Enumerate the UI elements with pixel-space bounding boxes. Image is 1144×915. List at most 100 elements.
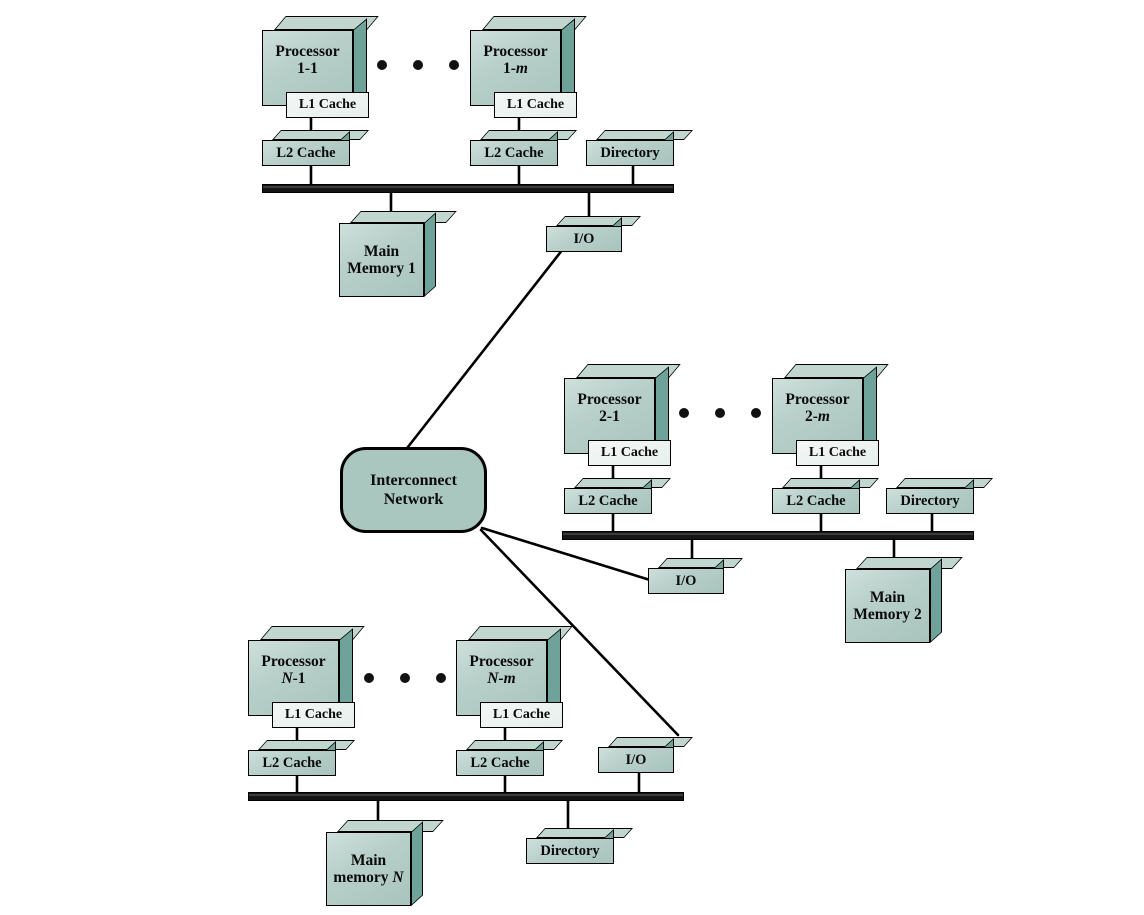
dot bbox=[751, 408, 761, 418]
directory-label: Directory bbox=[600, 144, 660, 161]
processor-label-line1: Processor bbox=[483, 42, 548, 60]
directory-box[interactable]: Directory bbox=[886, 478, 994, 514]
l1-cache-box[interactable]: L1 Cache bbox=[272, 702, 355, 728]
box-side-face bbox=[411, 821, 423, 906]
processor-label-line2: 2- bbox=[805, 408, 818, 425]
box-top-face bbox=[350, 211, 457, 223]
l1-cache-box[interactable]: L1 Cache bbox=[796, 440, 879, 466]
processor-label-line1: Processor bbox=[577, 390, 642, 408]
main-memory-label-line1: Main bbox=[350, 851, 387, 869]
box-front-face: Main memory N bbox=[326, 832, 411, 906]
interconnect-network[interactable]: Interconnect Network bbox=[340, 447, 487, 533]
interconnect-network-label-line2: Network bbox=[383, 491, 444, 508]
processor-label-line2: 2-1 bbox=[599, 408, 620, 425]
main-memory-box[interactable]: Main memory N bbox=[326, 820, 444, 906]
dot bbox=[679, 408, 689, 418]
main-memory-label-line1: Main bbox=[869, 588, 906, 606]
ellipsis-dots bbox=[364, 673, 446, 683]
box-front-face: Directory bbox=[886, 488, 974, 514]
processor-box[interactable]: Processor 2-m L1 Cache bbox=[772, 364, 889, 466]
box-front-face: L2 Cache bbox=[470, 140, 558, 166]
box-top-face bbox=[608, 737, 694, 747]
main-memory-label-line2-em: N bbox=[392, 869, 404, 886]
l2-cache-box[interactable]: L2 Cache bbox=[248, 740, 356, 776]
l2-cache-box[interactable]: L2 Cache bbox=[772, 478, 880, 514]
box-front-face: I/O bbox=[598, 747, 674, 773]
box-top-face bbox=[596, 130, 694, 140]
box-front-face: I/O bbox=[546, 226, 622, 252]
io-box[interactable]: I/O bbox=[648, 558, 744, 594]
l2-cache-label: L2 Cache bbox=[262, 754, 322, 771]
box-front-face: L2 Cache bbox=[564, 488, 652, 514]
box-top-face bbox=[782, 478, 880, 488]
processor-label-line2-em: m bbox=[515, 60, 528, 77]
processor-box[interactable]: Processor N-m L1 Cache bbox=[456, 626, 573, 728]
box-front-face: Directory bbox=[586, 140, 674, 166]
dot bbox=[413, 60, 423, 70]
processor-box[interactable]: Processor 2-1 L1 Cache bbox=[564, 364, 681, 466]
processor-label-line2-em: m bbox=[817, 408, 830, 425]
box-top-face bbox=[856, 557, 963, 569]
processor-label: Processor N-m bbox=[466, 653, 536, 688]
processor-label-line2: 1-1 bbox=[297, 60, 318, 77]
l1-cache-box[interactable]: L1 Cache bbox=[494, 92, 577, 118]
l2-cache-label: L2 Cache bbox=[470, 754, 530, 771]
interconnect-network-label-line1: Interconnect bbox=[370, 471, 457, 489]
main-memory-label-line1: Main bbox=[363, 242, 400, 260]
main-memory-label: Main Memory 2 bbox=[850, 589, 924, 624]
io-label: I/O bbox=[675, 572, 697, 589]
box-top-face bbox=[574, 478, 672, 488]
dot bbox=[377, 60, 387, 70]
l2-cache-box[interactable]: L2 Cache bbox=[564, 478, 672, 514]
box-front-face: Directory bbox=[526, 838, 614, 864]
io-box[interactable]: I/O bbox=[598, 737, 694, 773]
directory-box[interactable]: Directory bbox=[526, 828, 634, 864]
directory-label: Directory bbox=[540, 842, 600, 859]
directory-label: Directory bbox=[900, 492, 960, 509]
main-memory-label: Main Memory 1 bbox=[344, 243, 418, 278]
box-front-face: I/O bbox=[648, 568, 724, 594]
dot bbox=[436, 673, 446, 683]
processor-label-line2: -1 bbox=[292, 670, 306, 687]
box-top-face bbox=[258, 740, 356, 750]
directory-box[interactable]: Directory bbox=[586, 130, 694, 166]
system-bus bbox=[248, 792, 684, 801]
diagram-canvas: Processor 1-1 L1 Cache Processor 1-m L1 … bbox=[0, 0, 1144, 915]
processor-box[interactable]: Processor N-1 L1 Cache bbox=[248, 626, 365, 728]
l1-cache-box[interactable]: L1 Cache bbox=[588, 440, 671, 466]
l2-cache-label: L2 Cache bbox=[578, 492, 638, 509]
system-bus bbox=[262, 184, 674, 193]
box-front-face: L2 Cache bbox=[248, 750, 336, 776]
l2-cache-label: L2 Cache bbox=[484, 144, 544, 161]
ellipsis-dots bbox=[377, 60, 459, 70]
l1-cache-box[interactable]: L1 Cache bbox=[480, 702, 563, 728]
l1-cache-label: L1 Cache bbox=[284, 707, 343, 722]
processor-box[interactable]: Processor 1-1 L1 Cache bbox=[262, 16, 379, 118]
main-memory-box[interactable]: Main Memory 1 bbox=[339, 211, 457, 297]
box-top-face bbox=[337, 820, 444, 832]
processor-label: Processor 1-m bbox=[480, 43, 550, 78]
box-side-face bbox=[424, 212, 436, 297]
processor-label-line1: Processor bbox=[261, 652, 326, 670]
box-front-face: Main Memory 1 bbox=[339, 223, 424, 297]
box-front-face: L2 Cache bbox=[456, 750, 544, 776]
box-front-face: L2 Cache bbox=[262, 140, 350, 166]
processor-label: Processor N-1 bbox=[258, 653, 328, 688]
processor-box[interactable]: Processor 1-m L1 Cache bbox=[470, 16, 587, 118]
io-box[interactable]: I/O bbox=[546, 216, 642, 252]
main-memory-box[interactable]: Main Memory 2 bbox=[845, 557, 963, 643]
l1-cache-box[interactable]: L1 Cache bbox=[286, 92, 369, 118]
l1-cache-label: L1 Cache bbox=[492, 707, 551, 722]
io-label: I/O bbox=[625, 751, 647, 768]
box-top-face bbox=[466, 740, 564, 750]
l2-cache-label: L2 Cache bbox=[276, 144, 336, 161]
l2-cache-box[interactable]: L2 Cache bbox=[456, 740, 564, 776]
processor-label-line2-em: N-m bbox=[487, 670, 516, 687]
l2-cache-box[interactable]: L2 Cache bbox=[470, 130, 578, 166]
main-memory-label-line2: Memory 2 bbox=[853, 606, 922, 623]
dot bbox=[364, 673, 374, 683]
box-top-face bbox=[272, 130, 370, 140]
ellipsis-dots bbox=[679, 408, 761, 418]
box-top-face bbox=[480, 130, 578, 140]
l2-cache-box[interactable]: L2 Cache bbox=[262, 130, 370, 166]
